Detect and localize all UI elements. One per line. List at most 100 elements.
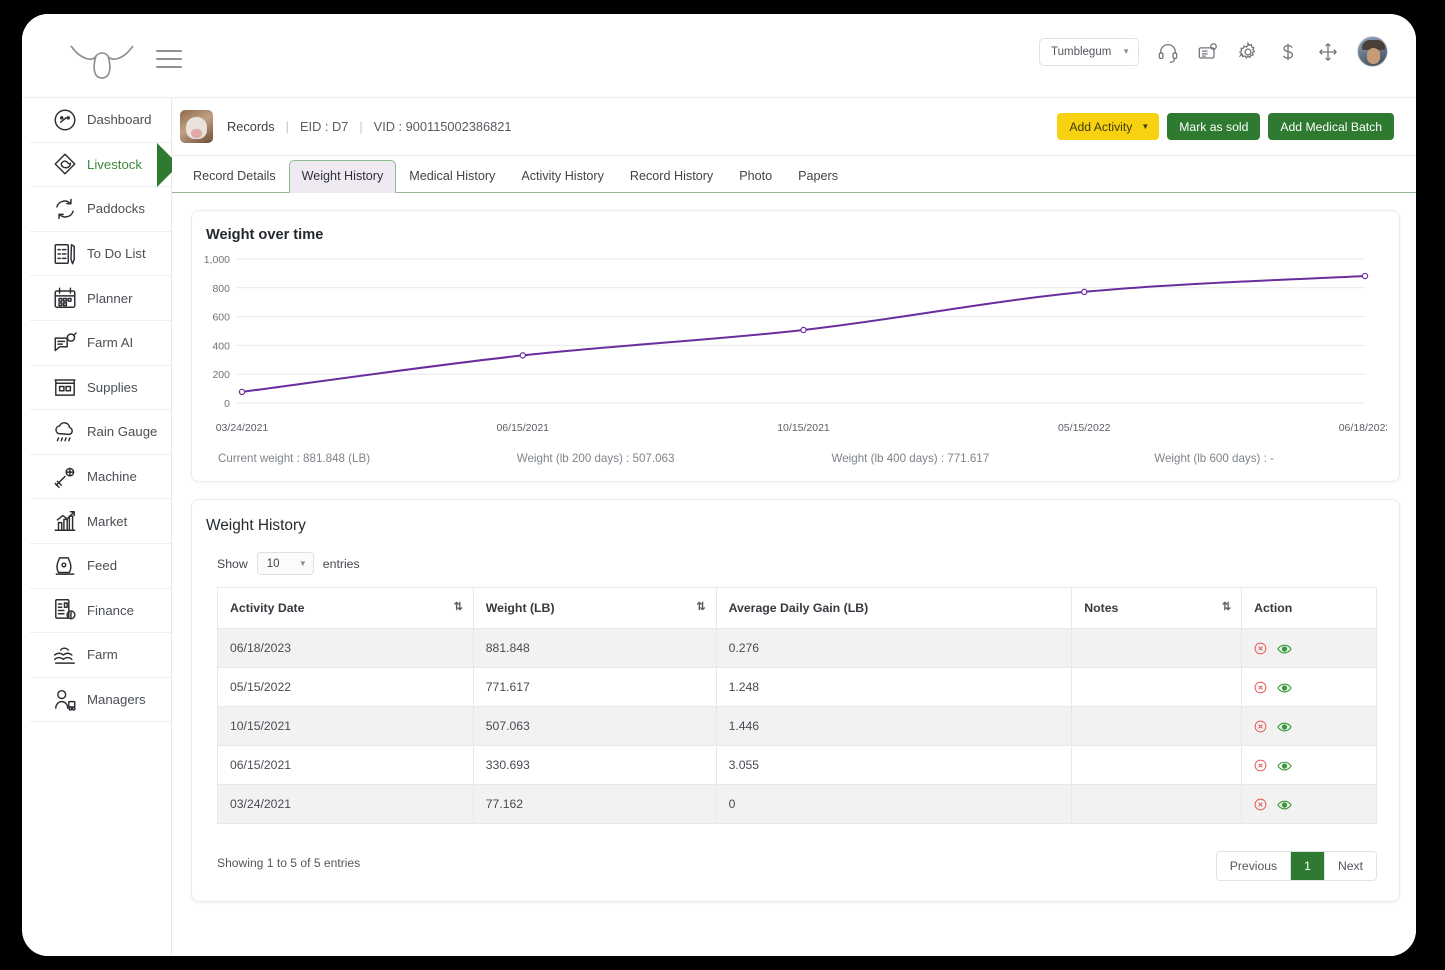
livestock-icon <box>52 151 78 177</box>
tab-bar: Record Details Weight History Medical Hist… <box>172 156 1416 193</box>
sort-icon[interactable]: ⇅ <box>696 600 705 613</box>
sidebar-item-planner[interactable]: Planner <box>30 276 171 321</box>
tab-papers[interactable]: Papers <box>785 160 851 193</box>
column-header-label: Weight (LB) <box>485 601 555 615</box>
tab-record-history[interactable]: Record History <box>617 160 726 193</box>
view-icon[interactable] <box>1277 721 1292 732</box>
managers-icon <box>52 687 78 713</box>
page-title: Records <box>227 119 275 134</box>
main-content: Records | EID : D7 | VID : 9001150023868… <box>172 98 1416 956</box>
sidebar-item-managers[interactable]: Managers <box>30 678 171 723</box>
longhorn-logo[interactable] <box>67 32 137 80</box>
table-header-row: Activity Date ⇅ Weight (LB) ⇅ Average Daily … <box>217 587 1377 629</box>
sidebar-item-livestock[interactable]: Livestock <box>30 142 179 188</box>
delete-icon[interactable] <box>1254 759 1267 772</box>
cell-action <box>1241 628 1377 668</box>
weight-history-table: Activity Date ⇅ Weight (LB) ⇅ Average Daily … <box>217 587 1377 824</box>
column-header-activity-date[interactable]: Activity Date ⇅ <box>217 587 474 629</box>
chart-stat-2: Weight (lb 400 days) : 771.617 <box>831 452 990 465</box>
delete-icon[interactable] <box>1254 642 1267 655</box>
cell-average-daily-gain: 1.446 <box>715 706 1073 746</box>
sort-icon[interactable]: ⇅ <box>454 600 463 613</box>
sidebar-item-market[interactable]: Market <box>30 499 171 544</box>
sidebar-item-feed[interactable]: Feed <box>30 544 171 589</box>
hamburger-line <box>156 50 182 52</box>
tab-activity-history[interactable]: Activity History <box>508 160 617 193</box>
column-header-weight-lb[interactable]: Weight (LB) ⇅ <box>472 587 717 629</box>
sort-icon[interactable]: ⇅ <box>1222 600 1231 613</box>
sidebar-item-label: Rain Gauge <box>87 424 158 440</box>
hamburger-line <box>156 66 182 68</box>
cell-average-daily-gain: 3.055 <box>715 745 1073 785</box>
record-header: Records | EID : D7 | VID : 9001150023868… <box>172 98 1416 156</box>
sidebar-item-label: Managers <box>87 692 146 708</box>
svg-text:0: 0 <box>224 398 230 410</box>
sidebar-item-farm[interactable]: Farm <box>30 633 171 678</box>
finance-report-icon <box>52 597 78 623</box>
animal-thumbnail[interactable] <box>180 110 213 143</box>
column-header-action[interactable]: Action <box>1241 587 1377 629</box>
dollar-icon[interactable] <box>1277 41 1299 63</box>
sidebar-item-supplies[interactable]: Supplies <box>30 366 171 411</box>
fullscreen-move-icon[interactable] <box>1317 41 1339 63</box>
delete-icon[interactable] <box>1254 681 1267 694</box>
cell-average-daily-gain: 1.248 <box>715 667 1073 707</box>
tab-weight-history[interactable]: Weight History <box>288 160 397 193</box>
entries-select[interactable]: 10 ▼ <box>256 552 314 575</box>
gear-icon[interactable] <box>1237 40 1259 63</box>
mark-as-sold-button[interactable]: Mark as sold <box>1167 113 1261 140</box>
svg-text:600: 600 <box>212 312 230 324</box>
delete-icon[interactable] <box>1254 798 1267 811</box>
entries-label: entries <box>322 556 360 571</box>
sidebar-item-label: Farm AI <box>87 335 134 351</box>
sidebar-item-farm-ai[interactable]: Farm AI <box>30 321 171 366</box>
tab-record-details[interactable]: Record Details <box>180 160 289 193</box>
sidebar-item-dashboard[interactable]: Dashboard <box>30 98 171 143</box>
avatar[interactable] <box>1357 36 1388 67</box>
paddocks-refresh-icon <box>52 196 78 222</box>
tab-medical-history[interactable]: Medical History <box>396 160 508 193</box>
svg-text:06/18/2023: 06/18/2023 <box>1339 422 1387 434</box>
column-header-average-daily-gain-lb[interactable]: Average Daily Gain (LB) <box>715 587 1073 629</box>
view-icon[interactable] <box>1277 643 1292 654</box>
sidebar-item-label: To Do List <box>87 246 146 262</box>
svg-text:400: 400 <box>212 340 230 352</box>
column-header-notes[interactable]: Notes ⇅ <box>1071 587 1243 629</box>
view-icon[interactable] <box>1277 760 1292 771</box>
farm-select-value: Tumblegum <box>1051 45 1112 58</box>
cell-notes <box>1071 667 1243 707</box>
page-1-button[interactable]: 1 <box>1291 852 1325 880</box>
previous-page-button[interactable]: Previous <box>1216 852 1292 880</box>
table-row: 06/18/2023 881.848 0.276 <box>217 628 1377 668</box>
cell-notes <box>1071 784 1243 824</box>
next-page-button[interactable]: Next <box>1324 852 1376 880</box>
sidebar-item-paddocks[interactable]: Paddocks <box>30 187 171 232</box>
table-body: 06/18/2023 881.848 0.276 05/15/2022 771.617 1… <box>217 628 1377 824</box>
view-icon[interactable] <box>1277 682 1292 693</box>
menu-toggle-button[interactable] <box>156 50 182 70</box>
delete-icon[interactable] <box>1254 720 1267 733</box>
tab-photo[interactable]: Photo <box>726 160 785 193</box>
sidebar-item-finance[interactable]: Finance <box>30 589 171 634</box>
pagination: Previous 1 Next <box>1215 851 1377 881</box>
sidebar-item-rain-gauge[interactable]: Rain Gauge <box>30 410 171 455</box>
svg-text:10/15/2021: 10/15/2021 <box>777 422 830 434</box>
add-activity-button[interactable]: Add Activity ▼ <box>1057 113 1160 140</box>
breadcrumb-separator: | <box>359 119 363 134</box>
entries-select-value: 10 <box>266 557 280 570</box>
add-medical-batch-button[interactable]: Add Medical Batch <box>1268 113 1394 140</box>
farm-select[interactable]: Tumblegum ▼ <box>1039 37 1139 66</box>
chart-stat-1: Weight (lb 200 days) : 507.063 <box>516 452 675 465</box>
view-icon[interactable] <box>1277 799 1292 810</box>
table-footer: Showing 1 to 5 of 5 entries Previous 1 N… <box>192 824 1399 881</box>
news-card-icon[interactable] <box>1197 41 1219 63</box>
support-headset-icon[interactable] <box>1157 41 1179 63</box>
sidebar-item-machine[interactable]: Machine <box>30 455 171 500</box>
table-row: 06/15/2021 330.693 3.055 <box>217 745 1377 785</box>
sidebar-item-label: Paddocks <box>87 201 145 217</box>
sidebar-item-to-do-list[interactable]: To Do List <box>30 232 171 277</box>
cell-average-daily-gain: 0.276 <box>715 628 1073 668</box>
cell-weight: 771.617 <box>472 667 717 707</box>
add-activity-label: Add Activity <box>1069 119 1133 134</box>
supplies-store-icon <box>52 374 78 400</box>
